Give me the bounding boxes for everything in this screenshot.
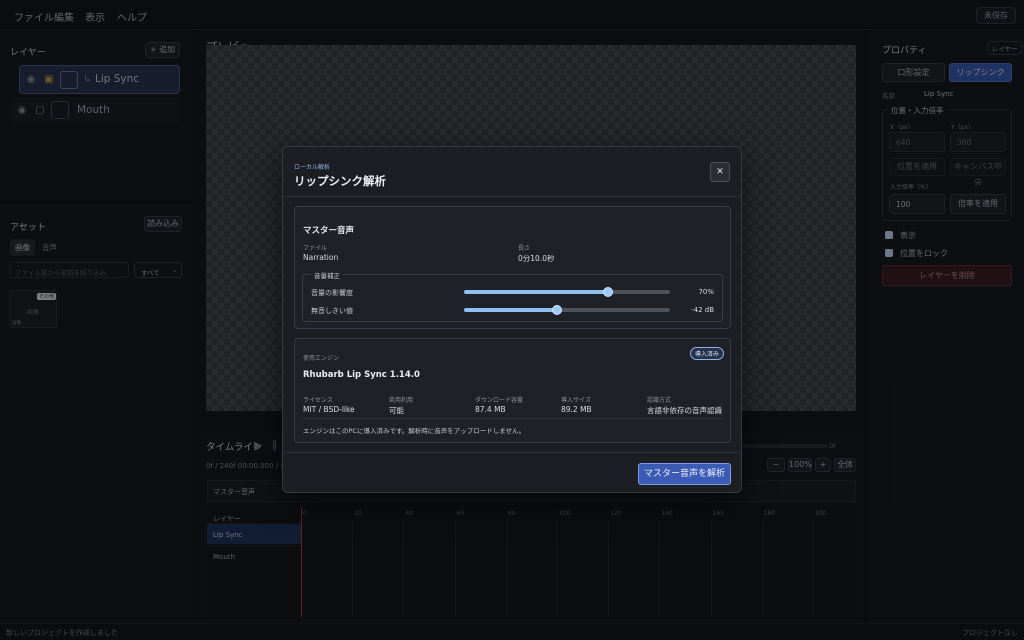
license-label: ライセンス [303,397,333,404]
silence-slider-knob[interactable] [551,305,562,315]
lip-sync-analysis-dialog: ローカル解析 リップシンク解析 ✕ マスター音声 ファイル Narration … [282,146,742,493]
silence-slider-fill [464,308,557,312]
recognition-label: 認識方式 [647,397,672,404]
master-audio-card: マスター音声 ファイル Narration 長さ 0分10.0秒 音量補正 音量… [294,206,731,329]
dialog-title: リップシンク解析 [294,174,386,188]
dialog-kicker: ローカル解析 [294,164,331,171]
recognition-value: 言語非依存の音声認識 [647,406,722,415]
close-icon[interactable]: ✕ [710,162,730,182]
download-size-label: ダウンロード容量 [475,397,524,404]
master-heading: マスター音声 [303,226,355,236]
influence-label: 音量の影響度 [311,289,353,297]
license-value: MIT / BSD-like [303,405,355,414]
silence-threshold-slider[interactable] [464,305,670,315]
volume-correction-group: 音量補正 音量の影響度 70% 無音しきい値 -42 dB [302,270,723,322]
divider [303,418,723,419]
silence-threshold-label: 無音しきい値 [311,307,353,315]
download-size-value: 87.4 MB [475,405,506,414]
installed-badge: 導入済み [690,347,725,360]
analyze-master-audio-button[interactable]: マスター音声を解析 [638,463,731,485]
divider [283,196,741,197]
influence-value: 70% [698,288,714,296]
influence-slider-knob[interactable] [603,287,614,297]
commercial-value: 可能 [389,406,404,415]
influence-slider[interactable] [464,287,670,297]
file-label: ファイル [303,245,328,252]
silence-threshold-value: -42 dB [691,306,714,314]
correction-legend: 音量補正 [311,270,343,280]
engine-label: 使用エンジン [303,355,340,362]
install-size-value: 89.2 MB [561,405,592,414]
engine-card: 使用エンジン 導入済み Rhubarb Lip Sync 1.14.0 ライセン… [294,338,731,443]
file-value: Narration [303,253,339,262]
engine-name: Rhubarb Lip Sync 1.14.0 [303,370,420,380]
length-value: 0分10.0秒 [518,254,555,263]
divider [283,452,741,453]
length-label: 長さ [518,245,531,252]
commercial-label: 商用利用 [389,397,414,404]
influence-slider-fill [464,290,609,294]
install-size-label: 導入サイズ [561,397,591,404]
engine-note: エンジンはこのPCに導入済みです。解析時に音声をアップロードしません。 [303,427,526,435]
